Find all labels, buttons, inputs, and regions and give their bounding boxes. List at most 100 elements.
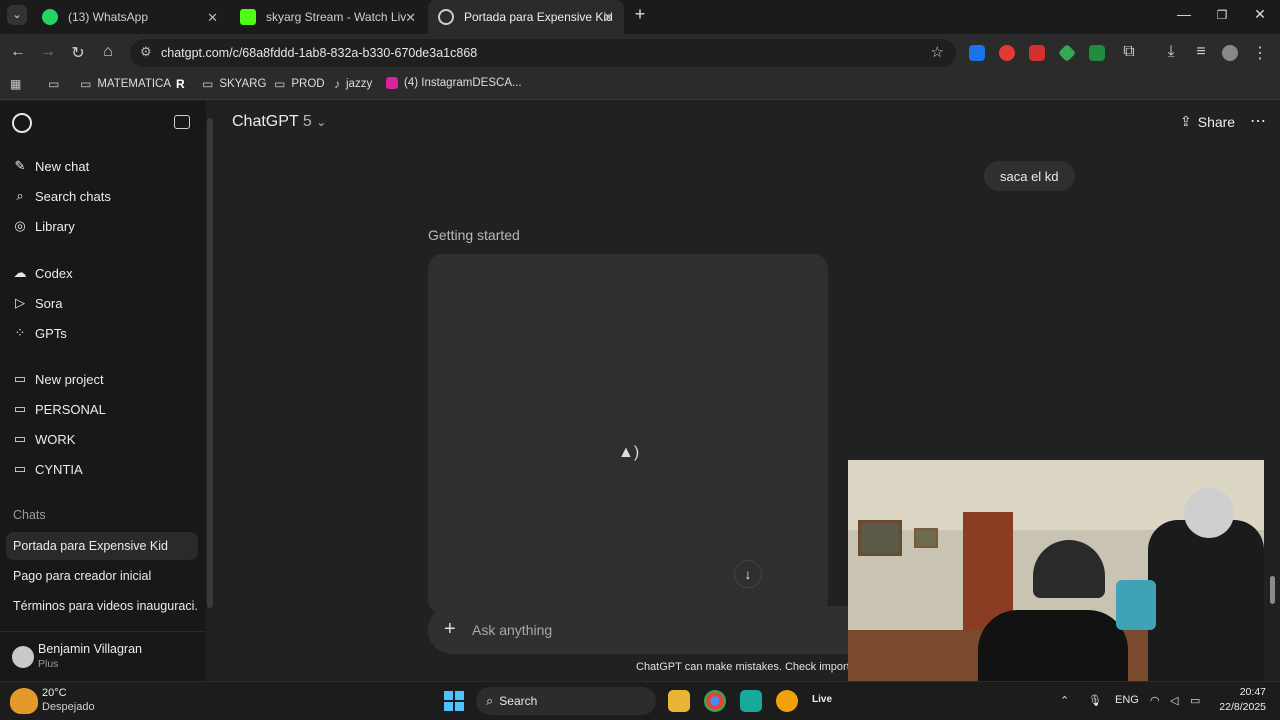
app-icon[interactable] [740,690,762,712]
bookmark-r[interactable]: R [176,77,191,91]
sidebar-item-search-chats[interactable]: ⌕ Search chats [12,184,111,208]
home-button[interactable]: ⌂ [98,43,118,61]
share-button[interactable]: ⇪ Share [1180,113,1235,130]
tab-kick[interactable]: skyarg Stream - Watch Live on K ✕ [230,0,426,34]
extension-icon[interactable] [1089,45,1105,61]
weather-icon[interactable] [10,688,38,714]
browser-tab-strip: ⌄ (13) WhatsApp ✕ skyarg Stream - Watch … [0,0,1280,34]
bookmark-instagram[interactable]: (4) InstagramDESCA... [386,77,522,89]
back-button[interactable]: ← [8,43,28,61]
tab-chatgpt[interactable]: Portada para Expensive Kid ✕ [428,0,624,34]
wifi-icon[interactable]: ◠ [1150,694,1160,707]
language-indicator[interactable]: ENG [1115,694,1139,706]
sidebar-item-gpts[interactable]: ⁘ GPTs [12,321,67,345]
bookmark-star-icon[interactable]: ☆ [931,43,944,61]
extension-icon[interactable] [969,45,985,61]
live-app[interactable]: Live [812,694,832,705]
new-tab-button[interactable]: + [630,4,650,25]
gpts-icon: ⁘ [14,325,26,340]
user-profile[interactable]: Benjamin Villagran Plus [0,631,206,681]
extensions-puzzle-icon[interactable]: ⧉ [1119,43,1139,61]
address-bar[interactable]: ⚙ chatgpt.com/c/68a8fddd-1ab8-832a-b330-… [130,39,956,67]
chat-item[interactable]: Términos para videos inauguraci... [6,592,198,620]
chrome-icon[interactable] [704,690,726,712]
sidebar-item-label: GPTs [35,325,67,341]
folder-icon: ▭ [48,77,60,91]
browser-menu-icon[interactable]: ⋮ [1250,43,1270,63]
sora-icon: ▷ [15,295,25,310]
sidebar-item-library[interactable]: ◎ Library [12,214,74,238]
file-explorer-icon[interactable] [668,690,690,712]
clock-time[interactable]: 20:47 [1226,686,1266,698]
microphone-icon[interactable]: 🎙 [1088,694,1102,707]
download-icon[interactable]: ⤓ [1161,43,1181,61]
bookmark-prod[interactable]: ▭ PROD [274,77,325,91]
close-icon[interactable]: ✕ [207,10,218,26]
profile-avatar[interactable] [1222,45,1238,61]
tab-search-button[interactable]: ⌄ [7,5,27,25]
model-version: 5 [302,113,312,130]
codex-icon: ☁ [13,265,27,280]
close-icon[interactable]: ✕ [603,10,614,26]
model-selector[interactable]: ChatGPT 5 ⌄ [232,113,326,131]
wall-painting [858,520,902,556]
wall-painting [914,528,938,548]
window-close-button[interactable]: ✕ [1250,6,1270,23]
tab-whatsapp[interactable]: (13) WhatsApp ✕ [32,0,228,34]
cushion [1116,580,1156,630]
bookmark-label: SKYARG [219,78,267,90]
minimize-button[interactable]: — [1174,6,1194,22]
taskbar-search[interactable]: ⌕ Search [476,687,656,715]
sidebar-item-codex[interactable]: ☁ Codex [12,261,73,285]
weather-temp: 20°C [42,687,67,699]
bookmark-label: MATEMATICA [97,78,172,90]
bookmark-skyarg[interactable]: ▭ SKYARG [202,77,266,91]
sidebar-item-sora[interactable]: ▷ Sora [12,291,62,315]
windows-taskbar: 20°C Despejado ⌕ Search Live ⌃ 🎙 ENG ◠ ◁… [0,681,1280,720]
volume-icon[interactable]: ◁ [1170,694,1178,707]
extension-icon[interactable] [1029,45,1045,61]
image-loading-icon: ▲) [618,444,640,461]
sidebar-item-label: CYNTIA [35,461,83,477]
bookmark-matematica[interactable]: ▭ MATEMATICA [80,77,171,91]
site-info-icon[interactable]: ⚙ [140,44,152,60]
sidebar-scrollbar[interactable] [206,118,214,608]
sidebar-item-cyntia[interactable]: ▭ CYNTIA [12,457,83,481]
apps-grid-icon[interactable]: ▦ [10,77,27,91]
attach-plus-icon[interactable]: + [444,618,456,641]
tray-overflow-icon[interactable]: ⌃ [1060,694,1069,707]
scroll-to-bottom-button[interactable]: ↓ [734,560,762,588]
record-extension-icon[interactable] [999,45,1015,61]
close-icon[interactable]: ✕ [405,10,416,26]
tab-title: skyarg Stream - Watch Live on K [266,10,406,24]
search-label: Search [499,694,538,708]
sidebar-item-work[interactable]: ▭ WORK [12,427,76,451]
reload-button[interactable]: ↻ [68,43,88,63]
sidebar-item-label: Sora [35,295,63,311]
sidebar-item-personal[interactable]: ▭ PERSONAL [12,397,106,421]
main-scrollbar[interactable] [1268,148,1276,678]
generated-image-placeholder: ▲) [428,254,828,614]
bookmark-jazzy[interactable]: ♪ jazzy [334,77,372,91]
close-sidebar-icon[interactable] [174,115,190,129]
sidebar-item-new-chat[interactable]: ✎ New chat [12,154,90,178]
clock-date[interactable]: 22/8/2025 [1210,701,1266,713]
chat-item[interactable]: Pago para creador inicial [6,562,198,590]
chatgpt-logo-icon[interactable] [12,113,32,133]
user-message-bubble: saca el kd [984,161,1075,191]
sidebar-item-label: New chat [35,158,90,174]
windows-start-icon[interactable] [444,691,464,711]
bookmark-label: (4) InstagramDESCA... [404,77,522,89]
sidebar: ✎ New chat ⌕ Search chats ◎ Library ☁ Codex … [0,101,206,681]
sidebar-item-label: Codex [35,265,73,281]
drive-icon[interactable] [1057,43,1077,63]
maximize-button[interactable]: ❐ [1212,8,1232,22]
bookmark-folder[interactable]: ▭ [48,77,65,91]
app-icon[interactable] [776,690,798,712]
chat-item[interactable]: Portada para Expensive Kid [6,532,198,560]
sidebar-item-new-project[interactable]: ▭ New project [12,367,104,391]
more-options-button[interactable]: ⋯ [1250,111,1267,131]
forward-button[interactable]: → [38,43,58,61]
battery-icon[interactable]: ▭ [1190,694,1200,707]
media-control-icon[interactable]: ≡ [1191,43,1211,61]
